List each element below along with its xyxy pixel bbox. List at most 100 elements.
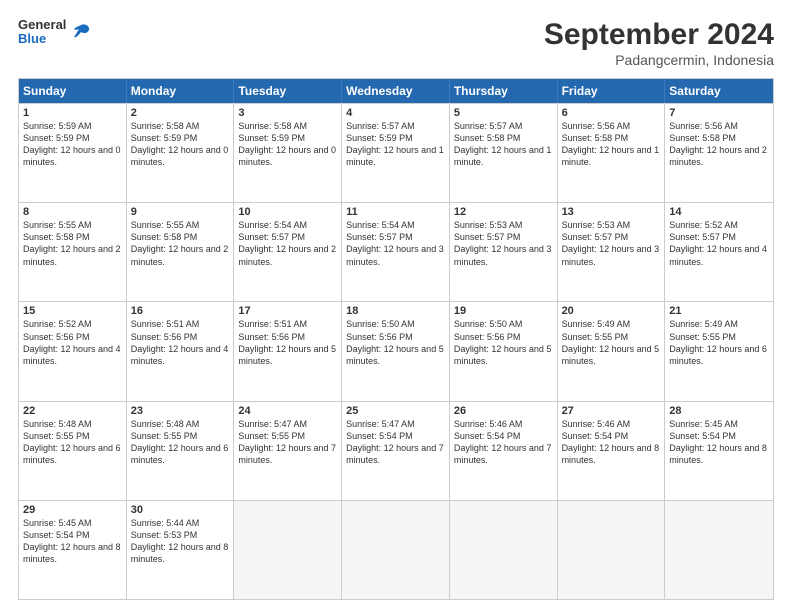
header-saturday: Saturday <box>665 79 773 103</box>
cell-info: Sunrise: 5:58 AM Sunset: 5:59 PM Dayligh… <box>131 120 230 169</box>
cal-cell-4-4: 26 Sunrise: 5:46 AM Sunset: 5:54 PM Dayl… <box>450 402 558 500</box>
cell-info: Sunrise: 5:49 AM Sunset: 5:55 PM Dayligh… <box>669 318 769 367</box>
week-row-3: 15 Sunrise: 5:52 AM Sunset: 5:56 PM Dayl… <box>19 301 773 400</box>
cell-info: Sunrise: 5:46 AM Sunset: 5:54 PM Dayligh… <box>562 418 661 467</box>
cell-info: Sunrise: 5:48 AM Sunset: 5:55 PM Dayligh… <box>23 418 122 467</box>
cal-cell-2-3: 11 Sunrise: 5:54 AM Sunset: 5:57 PM Dayl… <box>342 203 450 301</box>
cal-cell-3-2: 17 Sunrise: 5:51 AM Sunset: 5:56 PM Dayl… <box>234 302 342 400</box>
header-monday: Monday <box>127 79 235 103</box>
cell-info: Sunrise: 5:52 AM Sunset: 5:56 PM Dayligh… <box>23 318 122 367</box>
cal-cell-1-3: 4 Sunrise: 5:57 AM Sunset: 5:59 PM Dayli… <box>342 104 450 202</box>
cell-info: Sunrise: 5:56 AM Sunset: 5:58 PM Dayligh… <box>669 120 769 169</box>
logo-general: General <box>18 18 66 32</box>
cal-cell-3-1: 16 Sunrise: 5:51 AM Sunset: 5:56 PM Dayl… <box>127 302 235 400</box>
month-title: September 2024 <box>544 18 774 52</box>
calendar: Sunday Monday Tuesday Wednesday Thursday… <box>18 78 774 600</box>
day-number: 5 <box>454 107 553 119</box>
cell-info: Sunrise: 5:57 AM Sunset: 5:58 PM Dayligh… <box>454 120 553 169</box>
cal-cell-3-0: 15 Sunrise: 5:52 AM Sunset: 5:56 PM Dayl… <box>19 302 127 400</box>
cell-info: Sunrise: 5:47 AM Sunset: 5:54 PM Dayligh… <box>346 418 445 467</box>
header-tuesday: Tuesday <box>234 79 342 103</box>
day-number: 2 <box>131 107 230 119</box>
cal-cell-4-6: 28 Sunrise: 5:45 AM Sunset: 5:54 PM Dayl… <box>665 402 773 500</box>
day-number: 20 <box>562 305 661 317</box>
logo-blue: Blue <box>18 32 66 46</box>
cal-cell-4-0: 22 Sunrise: 5:48 AM Sunset: 5:55 PM Dayl… <box>19 402 127 500</box>
cal-cell-5-6 <box>665 501 773 599</box>
cell-info: Sunrise: 5:57 AM Sunset: 5:59 PM Dayligh… <box>346 120 445 169</box>
cell-info: Sunrise: 5:49 AM Sunset: 5:55 PM Dayligh… <box>562 318 661 367</box>
cal-cell-2-5: 13 Sunrise: 5:53 AM Sunset: 5:57 PM Dayl… <box>558 203 666 301</box>
cal-cell-1-5: 6 Sunrise: 5:56 AM Sunset: 5:58 PM Dayli… <box>558 104 666 202</box>
day-number: 26 <box>454 405 553 417</box>
day-number: 6 <box>562 107 661 119</box>
day-number: 1 <box>23 107 122 119</box>
logo-bird-icon <box>70 21 92 43</box>
cell-info: Sunrise: 5:51 AM Sunset: 5:56 PM Dayligh… <box>131 318 230 367</box>
day-number: 11 <box>346 206 445 218</box>
header-sunday: Sunday <box>19 79 127 103</box>
day-number: 8 <box>23 206 122 218</box>
cal-cell-1-1: 2 Sunrise: 5:58 AM Sunset: 5:59 PM Dayli… <box>127 104 235 202</box>
location: Padangcermin, Indonesia <box>544 52 774 68</box>
cell-info: Sunrise: 5:52 AM Sunset: 5:57 PM Dayligh… <box>669 219 769 268</box>
day-number: 4 <box>346 107 445 119</box>
cell-info: Sunrise: 5:55 AM Sunset: 5:58 PM Dayligh… <box>131 219 230 268</box>
cal-cell-3-3: 18 Sunrise: 5:50 AM Sunset: 5:56 PM Dayl… <box>342 302 450 400</box>
day-number: 13 <box>562 206 661 218</box>
cell-info: Sunrise: 5:48 AM Sunset: 5:55 PM Dayligh… <box>131 418 230 467</box>
day-number: 27 <box>562 405 661 417</box>
cal-cell-5-3 <box>342 501 450 599</box>
cell-info: Sunrise: 5:55 AM Sunset: 5:58 PM Dayligh… <box>23 219 122 268</box>
cal-cell-1-0: 1 Sunrise: 5:59 AM Sunset: 5:59 PM Dayli… <box>19 104 127 202</box>
cell-info: Sunrise: 5:54 AM Sunset: 5:57 PM Dayligh… <box>238 219 337 268</box>
cell-info: Sunrise: 5:53 AM Sunset: 5:57 PM Dayligh… <box>454 219 553 268</box>
cal-cell-1-2: 3 Sunrise: 5:58 AM Sunset: 5:59 PM Dayli… <box>234 104 342 202</box>
calendar-header: Sunday Monday Tuesday Wednesday Thursday… <box>19 79 773 103</box>
cell-info: Sunrise: 5:50 AM Sunset: 5:56 PM Dayligh… <box>454 318 553 367</box>
cell-info: Sunrise: 5:45 AM Sunset: 5:54 PM Dayligh… <box>23 517 122 566</box>
cal-cell-3-6: 21 Sunrise: 5:49 AM Sunset: 5:55 PM Dayl… <box>665 302 773 400</box>
day-number: 23 <box>131 405 230 417</box>
cal-cell-2-4: 12 Sunrise: 5:53 AM Sunset: 5:57 PM Dayl… <box>450 203 558 301</box>
cal-cell-5-5 <box>558 501 666 599</box>
day-number: 14 <box>669 206 769 218</box>
week-row-1: 1 Sunrise: 5:59 AM Sunset: 5:59 PM Dayli… <box>19 103 773 202</box>
day-number: 17 <box>238 305 337 317</box>
day-number: 24 <box>238 405 337 417</box>
day-number: 19 <box>454 305 553 317</box>
cal-cell-2-2: 10 Sunrise: 5:54 AM Sunset: 5:57 PM Dayl… <box>234 203 342 301</box>
cal-cell-1-4: 5 Sunrise: 5:57 AM Sunset: 5:58 PM Dayli… <box>450 104 558 202</box>
week-row-4: 22 Sunrise: 5:48 AM Sunset: 5:55 PM Dayl… <box>19 401 773 500</box>
cell-info: Sunrise: 5:46 AM Sunset: 5:54 PM Dayligh… <box>454 418 553 467</box>
page: General Blue September 2024 Padangcermin… <box>0 0 792 612</box>
cal-cell-5-0: 29 Sunrise: 5:45 AM Sunset: 5:54 PM Dayl… <box>19 501 127 599</box>
week-row-5: 29 Sunrise: 5:45 AM Sunset: 5:54 PM Dayl… <box>19 500 773 599</box>
cal-cell-4-5: 27 Sunrise: 5:46 AM Sunset: 5:54 PM Dayl… <box>558 402 666 500</box>
day-number: 30 <box>131 504 230 516</box>
title-block: September 2024 Padangcermin, Indonesia <box>544 18 774 68</box>
day-number: 16 <box>131 305 230 317</box>
cell-info: Sunrise: 5:59 AM Sunset: 5:59 PM Dayligh… <box>23 120 122 169</box>
week-row-2: 8 Sunrise: 5:55 AM Sunset: 5:58 PM Dayli… <box>19 202 773 301</box>
cal-cell-2-1: 9 Sunrise: 5:55 AM Sunset: 5:58 PM Dayli… <box>127 203 235 301</box>
day-number: 10 <box>238 206 337 218</box>
cal-cell-1-6: 7 Sunrise: 5:56 AM Sunset: 5:58 PM Dayli… <box>665 104 773 202</box>
day-number: 28 <box>669 405 769 417</box>
cal-cell-4-1: 23 Sunrise: 5:48 AM Sunset: 5:55 PM Dayl… <box>127 402 235 500</box>
cal-cell-3-4: 19 Sunrise: 5:50 AM Sunset: 5:56 PM Dayl… <box>450 302 558 400</box>
day-number: 7 <box>669 107 769 119</box>
cell-info: Sunrise: 5:45 AM Sunset: 5:54 PM Dayligh… <box>669 418 769 467</box>
cell-info: Sunrise: 5:53 AM Sunset: 5:57 PM Dayligh… <box>562 219 661 268</box>
cell-info: Sunrise: 5:51 AM Sunset: 5:56 PM Dayligh… <box>238 318 337 367</box>
header-friday: Friday <box>558 79 666 103</box>
day-number: 9 <box>131 206 230 218</box>
day-number: 15 <box>23 305 122 317</box>
day-number: 18 <box>346 305 445 317</box>
cal-cell-5-4 <box>450 501 558 599</box>
day-number: 3 <box>238 107 337 119</box>
cell-info: Sunrise: 5:54 AM Sunset: 5:57 PM Dayligh… <box>346 219 445 268</box>
cal-cell-2-0: 8 Sunrise: 5:55 AM Sunset: 5:58 PM Dayli… <box>19 203 127 301</box>
day-number: 21 <box>669 305 769 317</box>
day-number: 22 <box>23 405 122 417</box>
